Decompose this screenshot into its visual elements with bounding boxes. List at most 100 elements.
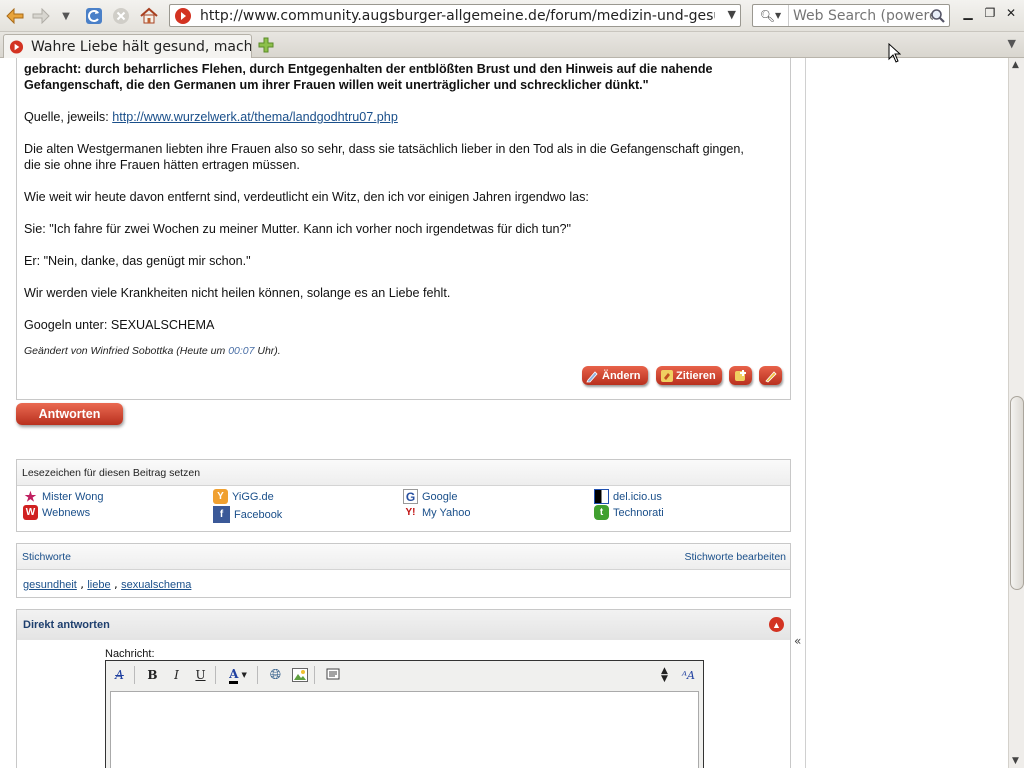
quote-label: Zitieren bbox=[676, 369, 716, 382]
message-label: Nachricht: bbox=[105, 648, 155, 660]
remove-format-icon: A bbox=[115, 668, 124, 682]
stop-icon bbox=[113, 8, 129, 24]
history-dropdown-button[interactable]: ▼ bbox=[57, 5, 75, 27]
underline-button[interactable]: U bbox=[190, 665, 211, 686]
address-bar[interactable]: http://www.community.augsburger-allgemei… bbox=[169, 4, 741, 27]
page-viewport: « gebracht: durch beharrliches Flehen, d… bbox=[0, 58, 1008, 768]
search-go-icon[interactable] bbox=[930, 8, 946, 24]
star-icon: ★ bbox=[24, 488, 37, 504]
post-paragraph: Er: "Nein, danke, das genügt mir schon." bbox=[24, 254, 251, 268]
quick-edit-pencil-icon bbox=[764, 370, 777, 382]
globe-link-icon: 🌐︎ bbox=[269, 667, 282, 683]
forum-post: gebracht: durch beharrliches Flehen, dur… bbox=[16, 58, 791, 400]
edit-tags-link[interactable]: Stichworte bearbeiten bbox=[684, 551, 786, 563]
yahoo-icon: Y! bbox=[405, 507, 416, 518]
maximize-button[interactable]: ❐ bbox=[980, 4, 1000, 22]
delicious-icon bbox=[594, 489, 609, 504]
bookmark-google[interactable]: G Google bbox=[403, 489, 457, 504]
insert-quote-button[interactable] bbox=[322, 665, 343, 686]
source-link[interactable]: http://www.wurzelwerk.at/thema/landgodht… bbox=[112, 110, 398, 124]
minimize-button[interactable]: ▁ bbox=[958, 4, 978, 22]
italic-button[interactable]: I bbox=[166, 665, 187, 686]
chevron-down-icon[interactable]: ▼ bbox=[728, 8, 736, 21]
message-editor: A B I U A ▼ 🌐︎ ▲ ▼ ᴬA bbox=[105, 660, 704, 768]
font-color-button[interactable]: A ▼ bbox=[223, 665, 253, 686]
sidebar-collapse-icon[interactable]: « bbox=[794, 634, 801, 648]
bookmark-facebook[interactable]: f Facebook bbox=[213, 506, 282, 523]
scroll-up-icon[interactable]: ▲ bbox=[1012, 60, 1019, 70]
back-arrow-icon bbox=[6, 8, 24, 24]
tab-list-chevron-icon[interactable]: ▼ bbox=[1008, 37, 1016, 50]
bookmark-label: Google bbox=[422, 490, 458, 503]
bookmark-label: YiGG.de bbox=[232, 490, 274, 503]
tab-active[interactable]: Wahre Liebe hält gesund, mach... bbox=[3, 34, 252, 58]
tag-separator: , bbox=[76, 578, 88, 591]
switch-mode-icon: ᴬA bbox=[682, 668, 695, 682]
tag-separator: , bbox=[110, 578, 122, 591]
post-quote-line: Gefangenschaft, die den Germanen um ihre… bbox=[24, 78, 649, 92]
quick-edit-button[interactable] bbox=[759, 366, 782, 385]
new-tab-plus-icon[interactable] bbox=[257, 36, 275, 54]
site-favicon-icon bbox=[9, 39, 24, 54]
post-quote: gebracht: durch beharrliches Flehen, dur… bbox=[24, 61, 784, 93]
font-color-icon: A bbox=[229, 667, 239, 684]
tags-panel-header: Stichworte Stichworte bearbeiten bbox=[17, 544, 790, 570]
post-quote-line: gebracht: durch beharrliches Flehen, dur… bbox=[24, 62, 713, 76]
tag-link[interactable]: gesundheit bbox=[23, 579, 77, 591]
post-paragraph: Die alten Westgermanen liebten ihre Frau… bbox=[24, 141, 784, 173]
tag-link[interactable]: sexualschema bbox=[121, 579, 191, 591]
address-text: http://www.community.augsburger-allgemei… bbox=[200, 7, 715, 24]
magnifier-icon: 🔍︎ bbox=[759, 8, 776, 23]
minimize-icon: ▁ bbox=[963, 6, 973, 20]
post-paragraph: Googeln unter: SEXUALSCHEMA bbox=[24, 318, 215, 332]
close-button[interactable]: ✕ bbox=[1001, 4, 1021, 22]
insert-link-button[interactable]: 🌐︎ bbox=[265, 665, 286, 686]
bookmark-delicious[interactable]: del.icio.us bbox=[594, 489, 662, 504]
search-engine-selector[interactable]: 🔍︎ ▼ bbox=[753, 5, 789, 26]
bookmark-my-yahoo[interactable]: Y! My Yahoo bbox=[403, 505, 471, 520]
bookmark-yigg[interactable]: Y YiGG.de bbox=[213, 489, 274, 504]
stop-button[interactable] bbox=[110, 5, 132, 27]
remove-format-button[interactable]: A bbox=[109, 665, 130, 686]
post-source: Quelle, jeweils: http://www.wurzelwerk.a… bbox=[24, 109, 784, 125]
webnews-icon: W bbox=[23, 505, 38, 520]
forward-button[interactable] bbox=[30, 5, 52, 27]
tags-list: gesundheit , liebe , sexualschema bbox=[23, 577, 191, 591]
quote-post-button[interactable]: Zitieren bbox=[656, 366, 722, 385]
reload-button[interactable] bbox=[83, 5, 105, 27]
message-textarea[interactable] bbox=[110, 691, 699, 768]
close-icon: ✕ bbox=[1005, 6, 1017, 20]
tag-link[interactable]: liebe bbox=[87, 579, 110, 591]
search-input[interactable] bbox=[793, 7, 933, 24]
post-paragraph: Wir werden viele Krankheiten nicht heile… bbox=[24, 286, 451, 300]
chevron-down-icon: ▼ bbox=[241, 671, 247, 679]
bookmark-webnews[interactable]: W Webnews bbox=[23, 505, 90, 520]
resize-arrows-icon: ▲ ▼ bbox=[661, 666, 668, 684]
home-button[interactable] bbox=[138, 5, 160, 27]
toolbar-separator bbox=[257, 666, 258, 684]
multi-quote-button[interactable] bbox=[729, 366, 752, 385]
scrollbar-thumb[interactable] bbox=[1010, 396, 1024, 590]
bookmark-technorati[interactable]: t Technorati bbox=[594, 505, 664, 520]
bookmark-mister-wong[interactable]: ★ Mister Wong bbox=[23, 489, 104, 504]
switch-editor-mode-button[interactable]: ᴬA bbox=[678, 665, 699, 686]
collapse-up-icon[interactable]: ▲ bbox=[769, 617, 784, 632]
resize-editor-button[interactable]: ▲ ▼ bbox=[654, 665, 675, 686]
reply-button[interactable]: Antworten bbox=[16, 403, 123, 425]
site-favicon-icon bbox=[175, 7, 191, 24]
tags-panel: Stichworte Stichworte bearbeiten gesundh… bbox=[16, 543, 791, 598]
quick-reply-panel: Direkt antworten ▲ Nachricht: A B I U A ▼… bbox=[16, 609, 791, 768]
bookmark-label: Mister Wong bbox=[42, 490, 104, 503]
edit-post-button[interactable]: Ändern bbox=[582, 366, 648, 385]
editor-toolbar: A B I U A ▼ 🌐︎ ▲ ▼ ᴬA bbox=[106, 661, 703, 689]
vertical-scrollbar[interactable]: ▲ ▼ bbox=[1008, 58, 1024, 768]
bookmark-label: Facebook bbox=[234, 508, 283, 521]
back-button[interactable] bbox=[4, 5, 26, 27]
scroll-down-icon[interactable]: ▼ bbox=[1012, 756, 1019, 766]
quick-reply-title: Direkt antworten bbox=[23, 619, 110, 631]
insert-image-button[interactable] bbox=[289, 665, 310, 686]
bookmark-label: Webnews bbox=[42, 506, 91, 519]
italic-icon: I bbox=[174, 668, 179, 682]
bold-button[interactable]: B bbox=[142, 665, 163, 686]
web-search-box[interactable]: 🔍︎ ▼ bbox=[752, 4, 950, 27]
